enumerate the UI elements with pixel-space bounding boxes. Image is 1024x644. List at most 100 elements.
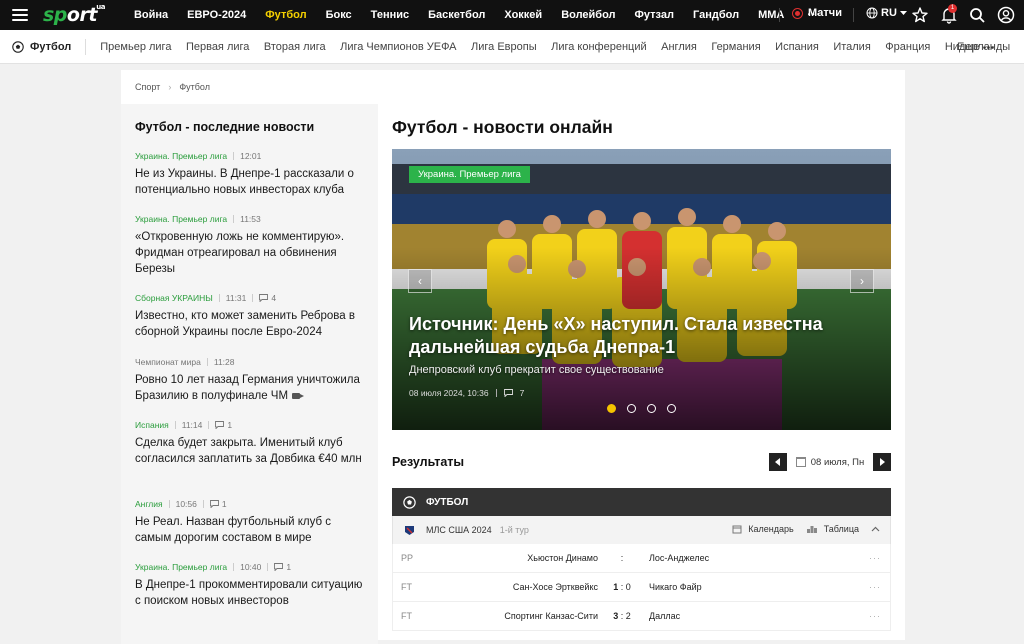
away-team[interactable]: Даллас <box>649 611 680 621</box>
comment-icon <box>215 421 225 429</box>
slider-prev-icon[interactable]: ‹ <box>408 269 432 293</box>
site-logo[interactable]: sport ua <box>43 3 105 25</box>
news-title[interactable]: Не Реал. Назван футбольный клуб с самым … <box>135 514 367 546</box>
news-comment-count: 1 <box>221 499 227 509</box>
league-header[interactable]: МЛС США 2024 1-й тур Календарь Таблица <box>392 516 891 544</box>
subnav-item-england[interactable]: Англия <box>661 41 697 53</box>
home-team[interactable]: Спортинг Канзас-Сити <box>504 611 598 621</box>
news-category[interactable]: Украина. Премьер лига <box>135 214 227 224</box>
next-day-button[interactable] <box>873 453 891 471</box>
home-team[interactable]: Хьюстон Динамо <box>527 553 598 563</box>
subnav-more-button[interactable]: Еще <box>957 41 995 53</box>
nav-item-volleyball[interactable]: Волейбол <box>561 9 615 21</box>
nav-item-boxing[interactable]: Бокс <box>326 9 352 21</box>
subnav-item-conference-league[interactable]: Лига конференций <box>551 41 647 53</box>
nav-item-hockey[interactable]: Хоккей <box>504 9 542 21</box>
news-time: 11:28 <box>213 357 235 367</box>
nav-item-euro-2024[interactable]: ЕВРО-2024 <box>187 9 246 21</box>
nav-item-war[interactable]: Война <box>134 9 168 21</box>
globe-icon <box>866 7 878 19</box>
subnav-item-germany[interactable]: Германия <box>711 41 760 53</box>
slider-dot[interactable] <box>667 404 676 413</box>
match-row[interactable]: FT Сан-Хосе Эртквейкс 1 : 0 Чикаго Файр … <box>392 573 891 602</box>
news-category[interactable]: Украина. Премьер лига <box>135 151 227 161</box>
comment-icon <box>259 294 269 302</box>
match-more-icon[interactable]: ··· <box>869 553 881 563</box>
slider-dot[interactable] <box>647 404 656 413</box>
news-category[interactable]: Англия <box>135 499 163 509</box>
news-title[interactable]: Не из Украины. В Днепре-1 рассказали о п… <box>135 166 367 198</box>
subnav-item-france[interactable]: Франция <box>885 41 930 53</box>
matches-button[interactable]: Матчи <box>792 7 842 19</box>
news-title[interactable]: В Днепре-1 прокомментировали ситуацию с … <box>135 577 367 609</box>
star-icon[interactable] <box>911 6 929 24</box>
table-link[interactable]: Таблица <box>806 524 859 534</box>
subnav-item-champions-league[interactable]: Лига Чемпионов УЕФА <box>340 41 456 53</box>
breadcrumb-item-football[interactable]: Футбол <box>179 82 210 92</box>
divider <box>853 8 854 22</box>
news-title[interactable]: Известно, кто может заменить Реброва в с… <box>135 308 367 340</box>
matches-label: Матчи <box>808 7 842 19</box>
match-score: 1 : 0 <box>613 582 631 592</box>
match-more-icon[interactable]: ··· <box>869 582 881 592</box>
nav-item-futsal[interactable]: Футзал <box>635 9 674 21</box>
nav-item-mma[interactable]: ММА <box>758 9 784 21</box>
news-item[interactable]: Украина. Премьер лига 11:53 «Откровенную … <box>135 214 367 277</box>
news-title[interactable]: Сделка будет закрыта. Именитый клуб согл… <box>135 435 367 467</box>
breadcrumb-item-sport[interactable]: Спорт <box>135 82 160 92</box>
news-item[interactable]: Чемпионат мира 11:28 Ровно 10 лет назад Г… <box>135 357 367 404</box>
slider-dot-active[interactable] <box>607 404 616 413</box>
subnav-item-premier-league[interactable]: Премьер лига <box>100 41 171 53</box>
news-item[interactable]: Англия 10:56 1 Не Реал. Назван футбольный … <box>135 499 367 546</box>
language-selector[interactable]: RU <box>866 7 907 19</box>
nav-item-basketball[interactable]: Баскетбол <box>428 9 485 21</box>
search-icon[interactable] <box>968 6 986 24</box>
news-title[interactable]: Ровно 10 лет назад Германия уничтожила Б… <box>135 374 360 402</box>
away-team[interactable]: Чикаго Файр <box>649 582 702 592</box>
menu-icon[interactable] <box>12 9 28 21</box>
match-status: FT <box>401 611 412 621</box>
prev-day-button[interactable] <box>769 453 787 471</box>
match-status: PP <box>401 553 414 563</box>
news-category[interactable]: Украина. Премьер лига <box>135 562 227 572</box>
user-icon[interactable] <box>997 6 1015 24</box>
table-icon <box>806 526 817 533</box>
results-date[interactable]: 08 июля, Пн <box>787 457 873 468</box>
league-name[interactable]: МЛС США 2024 <box>426 525 492 535</box>
subnav-item-italy[interactable]: Италия <box>833 41 870 53</box>
football-sub-navigation: Футбол Премьер лига Первая лига Вторая л… <box>0 30 1024 64</box>
subnav-sport-football[interactable]: Футбол <box>12 38 87 55</box>
news-category[interactable]: Чемпионат мира <box>135 357 201 367</box>
subnav-more-label: Еще <box>957 41 980 53</box>
news-category[interactable]: Испания <box>135 420 169 430</box>
hero-category-tag[interactable]: Украина. Премьер лига <box>409 166 530 183</box>
nav-item-handball[interactable]: Гандбол <box>693 9 739 21</box>
away-team[interactable]: Лос-Анджелес <box>649 553 709 563</box>
subnav-item-europa-league[interactable]: Лига Европы <box>471 41 537 53</box>
nav-item-football[interactable]: Футбол <box>265 9 306 21</box>
slider-dot[interactable] <box>627 404 636 413</box>
news-title[interactable]: «Откровенную ложь не комментирую». Фридм… <box>135 229 367 277</box>
mls-logo-icon <box>405 525 414 535</box>
subnav-item-first-league[interactable]: Первая лига <box>186 41 249 53</box>
match-row[interactable]: PP Хьюстон Динамо : Лос-Анджелес ··· <box>392 544 891 573</box>
results-date-picker: 08 июля, Пн <box>769 453 891 471</box>
slider-next-icon[interactable]: › <box>850 269 874 293</box>
nav-item-tennis[interactable]: Теннис <box>371 9 409 21</box>
news-item[interactable]: Сборная УКРАИНЫ 11:31 4 Известно, кто може… <box>135 293 367 340</box>
hero-headline[interactable]: Источник: День «Х» наступил. Стала извес… <box>409 313 879 359</box>
chevron-up-icon[interactable] <box>871 526 880 532</box>
match-row[interactable]: FT Спортинг Канзас-Сити 3 : 2 Даллас ··· <box>392 602 891 631</box>
calendar-link[interactable]: Календарь <box>732 524 794 534</box>
news-category[interactable]: Сборная УКРАИНЫ <box>135 293 213 303</box>
hero-slider[interactable]: Украина. Премьер лига ‹ › Источник: День… <box>392 149 891 430</box>
home-team[interactable]: Сан-Хосе Эртквейкс <box>513 582 598 592</box>
video-icon <box>292 392 305 399</box>
news-item[interactable]: Украина. Премьер лига 12:01 Не из Украины… <box>135 151 367 198</box>
subnav-item-second-league[interactable]: Вторая лига <box>264 41 326 53</box>
subnav-item-spain[interactable]: Испания <box>775 41 819 53</box>
chevron-right-icon <box>880 458 885 466</box>
news-item[interactable]: Испания 11:14 1 Сделка будет закрыта. Имен… <box>135 420 367 467</box>
match-more-icon[interactable]: ··· <box>869 611 881 621</box>
news-item[interactable]: Украина. Премьер лига 10:40 1 В Днепре-1 п… <box>135 562 367 609</box>
